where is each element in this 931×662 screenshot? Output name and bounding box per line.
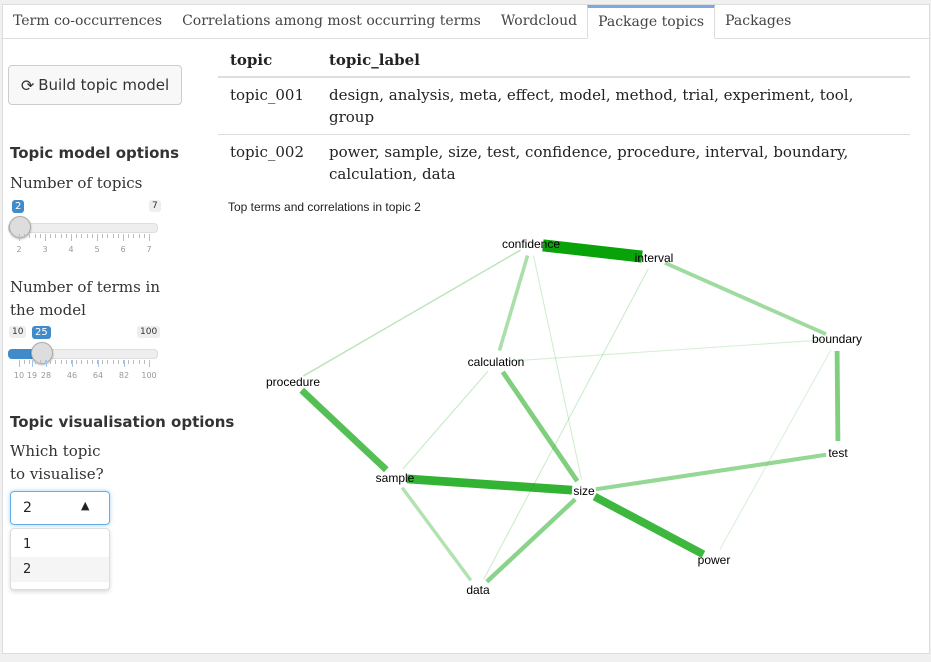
- node-confidence: confidence: [502, 237, 560, 251]
- edge-calculation-boundary: [507, 339, 826, 362]
- edge-boundary-power: [719, 349, 832, 550]
- node-calculation: calculation: [468, 355, 525, 369]
- edge-sample-size: [406, 474, 573, 495]
- edge-confidence-calculation: [497, 254, 530, 352]
- node-data: data: [466, 583, 490, 597]
- node-sample: sample: [376, 471, 415, 485]
- edge-confidence-size: [533, 255, 582, 480]
- node-boundary: boundary: [812, 332, 862, 346]
- edge-size-power: [592, 493, 706, 558]
- edge-interval-boundary: [664, 261, 827, 336]
- edge-calculation-size: [500, 370, 580, 483]
- node-interval: interval: [635, 251, 674, 265]
- node-power: power: [698, 553, 731, 567]
- edge-boundary-test: [834, 350, 841, 442]
- node-size: size: [573, 484, 595, 498]
- edge-sample-data: [400, 486, 473, 582]
- edge-size-data: [485, 497, 577, 584]
- node-test: test: [828, 446, 848, 460]
- edge-size-test: [595, 452, 827, 492]
- edge-calculation-sample: [402, 370, 489, 470]
- network-graph: confidence interval boundary calculation pro…: [266, 237, 862, 597]
- edge-procedure-sample: [299, 387, 389, 473]
- node-procedure: procedure: [266, 375, 320, 389]
